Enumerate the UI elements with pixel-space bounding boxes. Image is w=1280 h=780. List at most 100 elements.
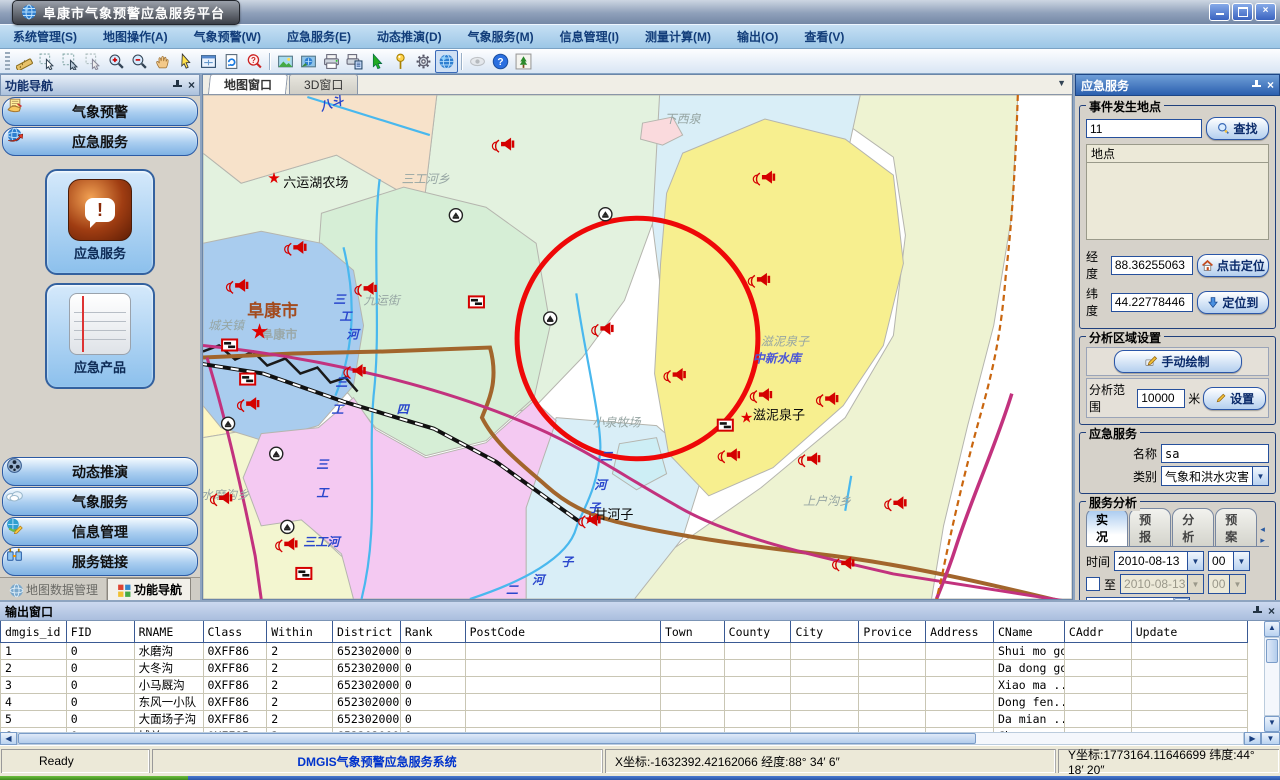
column-header[interactable]: CName (993, 621, 1064, 643)
scroll-up-icon[interactable]: ▲ (1264, 621, 1280, 637)
output-vscrollbar[interactable]: ▲ ▼ (1264, 621, 1280, 732)
service-name-input[interactable] (1161, 444, 1269, 463)
table-row[interactable]: 50大面场子沟0XFF8626523020000Da mian ... (1, 711, 1248, 728)
pin-icon[interactable] (173, 80, 182, 90)
nav-group-top-1[interactable]: 应急服务 (2, 127, 198, 156)
tab-scroll-arrows[interactable]: ◂ ▸ (1260, 524, 1271, 546)
close-panel-icon[interactable]: × (188, 78, 195, 92)
print-preview-icon[interactable] (343, 50, 366, 73)
station-marker-icon[interactable] (222, 417, 235, 430)
toolbar-grip[interactable] (5, 52, 10, 70)
column-header[interactable]: Update (1131, 621, 1247, 643)
menu-item-2[interactable]: 气象预警(W) (181, 25, 274, 48)
table-row[interactable]: 40东风一小队0XFF8626523020000Dong fen... (1, 694, 1248, 711)
listbox-scrollbar[interactable]: ▲▼ (1173, 598, 1189, 600)
sign-marker-icon[interactable] (718, 420, 733, 431)
column-header[interactable]: District (333, 621, 401, 643)
map-tab-0[interactable]: 地图窗口 (208, 74, 288, 94)
table-row[interactable]: 10水磨沟0XFF8626523020000Shui mo gou (1, 643, 1248, 660)
refresh-icon[interactable] (220, 50, 243, 73)
menu-item-6[interactable]: 信息管理(I) (547, 25, 632, 48)
map-canvas[interactable]: 八斗下西泉六运湖农场三工河乡九运街阜康市城关镇阜康市滋泥泉子中新水库小泉牧场滋泥… (203, 95, 1072, 599)
column-header[interactable]: City (791, 621, 859, 643)
zoom-out-icon[interactable] (128, 50, 151, 73)
date-select[interactable]: 2010-08-13▼ (1114, 551, 1204, 571)
output-copy-icon[interactable]: ▼ (1261, 732, 1280, 745)
maximize-button[interactable] (1232, 3, 1253, 21)
analysis-tab-0[interactable]: 实况 (1086, 508, 1128, 546)
column-header[interactable]: County (724, 621, 791, 643)
column-header[interactable]: Within (267, 621, 333, 643)
star-marker-icon[interactable]: ★ (740, 410, 753, 427)
hour-select[interactable]: 00▼ (1208, 551, 1250, 571)
menu-item-4[interactable]: 动态推演(D) (364, 25, 455, 48)
settings-gear-icon[interactable] (412, 50, 435, 73)
print-icon[interactable] (320, 50, 343, 73)
station-marker-icon[interactable] (544, 312, 557, 325)
deselect-icon[interactable] (82, 50, 105, 73)
zoom-in-icon[interactable] (105, 50, 128, 73)
identify-icon[interactable]: ? (243, 50, 266, 73)
search-button[interactable]: 查找 (1206, 117, 1269, 140)
left-tab-0[interactable]: 地图数据管理 (0, 578, 107, 600)
sign-marker-icon[interactable] (222, 339, 237, 350)
help-icon[interactable]: ? (489, 50, 512, 73)
map-window-list-icon[interactable]: ▼ (1057, 78, 1066, 88)
output-hscrollbar[interactable]: ◀ ▶ ▼ (0, 732, 1280, 745)
table-row[interactable]: 30小马厩沟0XFF8626523020000Xiao ma ... (1, 677, 1248, 694)
scroll-down-icon[interactable]: ▼ (1264, 716, 1280, 732)
sign-marker-icon[interactable] (240, 374, 255, 385)
column-header[interactable]: PostCode (465, 621, 660, 643)
map-overview-icon[interactable] (297, 50, 320, 73)
menu-item-8[interactable]: 输出(O) (724, 25, 791, 48)
click-locate-button[interactable]: 点击定位 (1197, 254, 1269, 277)
left-tab-1[interactable]: 功能导航 (107, 578, 191, 600)
column-header[interactable]: Provice (859, 621, 926, 643)
service-type-select[interactable]: 气象和洪水灾害▼ (1161, 466, 1269, 486)
place-list[interactable] (1086, 162, 1269, 240)
image-export-icon[interactable] (274, 50, 297, 73)
menu-item-5[interactable]: 气象服务(M) (455, 25, 547, 48)
menu-item-7[interactable]: 测量计算(M) (632, 25, 724, 48)
map-tab-1[interactable]: 3D窗口 (289, 74, 358, 94)
tree-export-icon[interactable] (512, 50, 535, 73)
scroll-left-icon[interactable]: ◀ (0, 732, 17, 745)
column-header[interactable]: FID (66, 621, 134, 643)
sign-marker-icon[interactable] (469, 296, 484, 307)
nav-group-bottom-0[interactable]: 动态推演 (2, 457, 198, 486)
station-marker-icon[interactable] (270, 447, 283, 460)
close-button[interactable]: × (1255, 3, 1276, 21)
globe-3d-icon[interactable] (435, 50, 458, 73)
nav-group-bottom-3[interactable]: 服务链接 (2, 547, 198, 576)
close-panel-icon[interactable]: × (1267, 78, 1274, 92)
pin-marker-icon[interactable] (389, 50, 412, 73)
star-marker-icon[interactable]: ★ (250, 320, 269, 343)
station-marker-icon[interactable] (449, 209, 462, 222)
longitude-input[interactable] (1111, 256, 1193, 275)
latitude-input[interactable] (1111, 293, 1193, 312)
analysis-tab-1[interactable]: 预报 (1129, 508, 1171, 546)
menu-item-0[interactable]: 系统管理(S) (0, 25, 90, 48)
pin-icon[interactable] (1253, 606, 1262, 616)
element-listbox[interactable]: 降水空气温度 ▲▼ (1086, 597, 1190, 600)
big-button-emergency-bubble[interactable]: !应急服务 (45, 169, 155, 275)
event-location-input[interactable] (1086, 119, 1202, 138)
table-row[interactable]: 20大冬沟0XFF8626523020000Da dong gou (1, 660, 1248, 677)
nav-group-bottom-1[interactable]: 气象服务 (2, 487, 198, 516)
analysis-tab-3[interactable]: 预案 (1215, 508, 1257, 546)
star-marker-icon[interactable]: ★ (267, 170, 280, 187)
green-arrow-icon[interactable] (366, 50, 389, 73)
menu-item-1[interactable]: 地图操作(A) (90, 25, 181, 48)
chevron-down-icon[interactable]: ▼ (1252, 467, 1268, 485)
full-extent-icon[interactable] (197, 50, 220, 73)
column-header[interactable]: Address (926, 621, 994, 643)
output-table[interactable]: dmgis_idFIDRNAMEClassWithinDistrictRankP… (0, 621, 1248, 732)
to-checkbox[interactable] (1086, 577, 1100, 591)
goto-location-button[interactable]: 定位到 (1197, 291, 1269, 314)
analysis-tab-2[interactable]: 分析 (1172, 508, 1214, 546)
select-box-icon[interactable] (59, 50, 82, 73)
column-header[interactable]: Rank (400, 621, 465, 643)
minimize-button[interactable] (1209, 3, 1230, 21)
menu-item-3[interactable]: 应急服务(E) (274, 25, 364, 48)
column-header[interactable]: Town (660, 621, 724, 643)
